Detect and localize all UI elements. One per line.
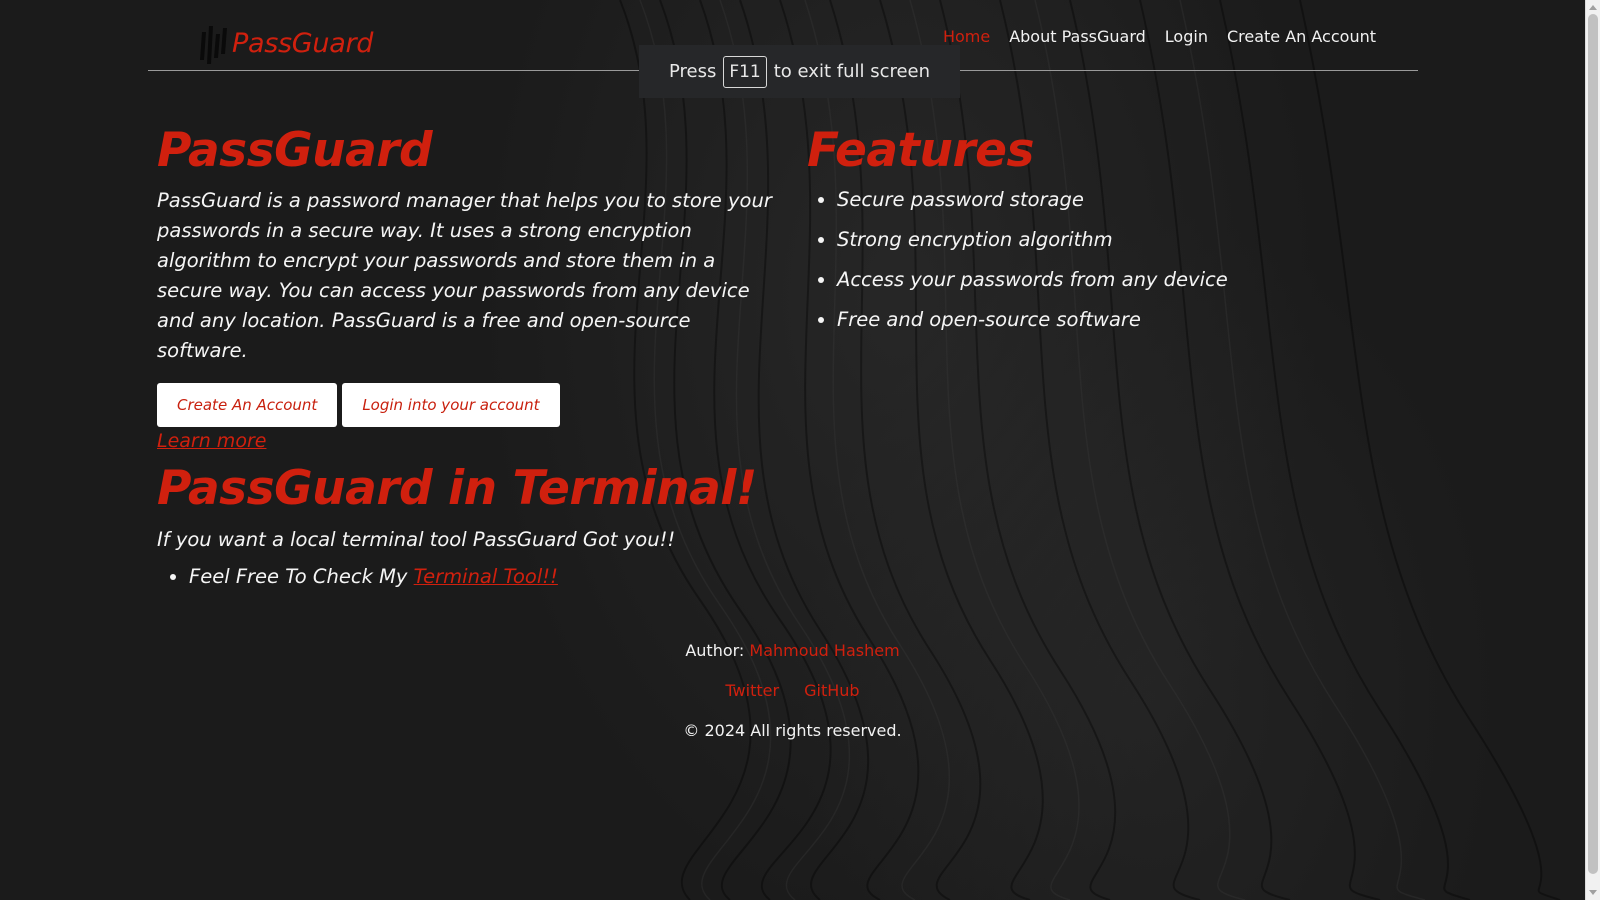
terminal-list: Feel Free To Check My Terminal Tool!! <box>157 565 877 588</box>
hero-title: PassGuard <box>157 123 433 178</box>
scroll-up-arrow-icon[interactable] <box>1589 5 1597 10</box>
nav-item-about[interactable]: About PassGuard <box>1009 27 1146 46</box>
login-button[interactable]: Login into your account <box>342 383 560 427</box>
learn-more-link[interactable]: Learn more <box>157 430 266 452</box>
feature-item: Secure password storage <box>837 188 1407 212</box>
feature-item: Strong encryption algorithm <box>837 228 1407 252</box>
footer-links: Twitter GitHub <box>0 680 1585 720</box>
scrollbar-thumb[interactable] <box>1588 14 1598 874</box>
features-list: Secure password storage Strong encryptio… <box>807 188 1407 332</box>
github-link[interactable]: GitHub <box>804 681 859 700</box>
logo-text: PassGuard <box>232 27 374 59</box>
fullscreen-key: F11 <box>723 55 767 88</box>
fullscreen-notice-prefix: Press <box>668 61 717 82</box>
nav-item-login[interactable]: Login <box>1165 27 1208 46</box>
fullscreen-notice-suffix: to exit full screen <box>773 61 931 82</box>
page-viewport: PassGuard Home About PassGuard Login Cre… <box>0 0 1585 900</box>
footer-author-row: Author: Mahmoud Hashem <box>0 640 1585 680</box>
main-nav: Home About PassGuard Login Create An Acc… <box>943 27 1376 46</box>
terminal-item-prefix: Feel Free To Check My <box>189 565 408 588</box>
feature-item: Access your passwords from any device <box>837 268 1407 292</box>
fullscreen-notice: Press F11 to exit full screen <box>639 45 960 98</box>
features-section: Features Secure password storage Strong … <box>807 120 1407 348</box>
feature-item: Free and open-source software <box>837 308 1407 332</box>
terminal-subtitle: If you want a local terminal tool PassGu… <box>157 528 676 551</box>
author-link[interactable]: Mahmoud Hashem <box>749 641 899 660</box>
terminal-tool-link[interactable]: Terminal Tool!! <box>414 565 558 588</box>
vertical-scrollbar[interactable] <box>1585 0 1600 900</box>
terminal-title: PassGuard in Terminal! <box>157 461 757 516</box>
features-title: Features <box>807 123 1035 178</box>
nav-item-create-account[interactable]: Create An Account <box>1227 27 1376 46</box>
hero-description: PassGuard is a password manager that hel… <box>157 189 772 362</box>
author-label: Author: <box>685 641 745 660</box>
twitter-link[interactable]: Twitter <box>725 681 779 700</box>
scroll-down-arrow-icon[interactable] <box>1589 890 1597 895</box>
logo-link[interactable]: PassGuard <box>196 22 373 64</box>
hero-section: PassGuard PassGuard is a password manage… <box>157 120 787 452</box>
copyright: © 2024 All rights reserved. <box>683 721 902 740</box>
site-footer: Author: Mahmoud Hashem Twitter GitHub © … <box>0 640 1585 760</box>
hero-buttons: Create An Account Login into your accoun… <box>157 383 787 427</box>
terminal-section: PassGuard in Terminal! If you want a loc… <box>157 458 877 588</box>
terminal-list-item: Feel Free To Check My Terminal Tool!! <box>189 565 877 588</box>
create-account-button[interactable]: Create An Account <box>157 383 338 427</box>
nav-item-home[interactable]: Home <box>943 27 990 46</box>
passguard-bars-icon <box>200 26 227 64</box>
